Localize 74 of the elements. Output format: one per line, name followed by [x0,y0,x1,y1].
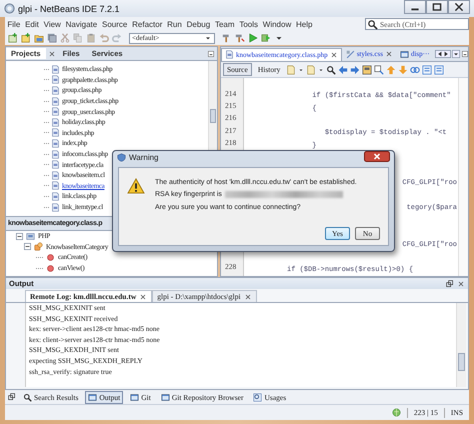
php-file-icon [51,96,60,106]
menu-item[interactable]: Navigate [63,20,100,28]
php-file-icon [51,181,60,190]
close-icon[interactable] [448,0,470,14]
restore-icon[interactable] [8,393,16,401]
php-file-icon [51,160,60,170]
expander-icon[interactable] [16,232,23,240]
php-file-icon [51,75,60,84]
close-icon[interactable] [457,280,465,288]
menu-item[interactable]: Window [260,20,294,28]
close-icon[interactable] [330,50,338,58]
menu-item[interactable]: Debug [184,20,213,28]
php-file-icon [51,192,60,201]
debug-icon[interactable] [261,33,271,43]
php-file-icon [51,64,60,74]
search-icon[interactable] [326,64,336,74]
left-arrow-icon[interactable] [338,64,348,74]
close-icon[interactable] [384,50,393,58]
scrollbar-thumb[interactable] [458,353,465,371]
search-icon [23,392,32,402]
comment-icon[interactable] [422,64,432,74]
close-icon[interactable] [244,292,252,300]
menu-item[interactable]: View [41,20,64,28]
dialog-title: Warning [129,153,158,162]
expander-icon[interactable] [24,243,31,250]
menu-item[interactable]: Source [100,20,130,28]
menu-item[interactable]: Help [294,20,315,28]
php-file-icon [51,86,60,95]
close-button[interactable] [364,151,390,162]
usages-icon [253,392,262,402]
search-icon [367,18,378,30]
link-icon[interactable] [410,64,420,74]
class-icon [34,242,43,252]
folder-icon [26,232,35,241]
menu-item[interactable]: File [5,20,23,28]
window-title: glpi - NetBeans IDE 7.2.1 [18,4,120,14]
menu-item[interactable]: Tools [236,20,260,28]
warning-icon [127,178,145,194]
right-arrow-icon[interactable] [350,64,360,74]
comment-icon[interactable] [434,64,444,74]
app-icon [4,3,15,14]
menu-item[interactable]: Refactor [130,20,165,28]
menu-item[interactable]: Run [164,20,184,28]
save-all-icon[interactable] [47,33,57,43]
window-icon [130,392,140,402]
paste-icon[interactable] [86,33,96,43]
frame-icon[interactable] [362,64,372,74]
close-icon[interactable] [139,292,148,300]
maximize-icon[interactable] [426,0,448,14]
scrollbar-thumb[interactable] [210,109,216,123]
php-file-icon [51,138,60,148]
window-icon [160,392,170,402]
new-file-icon[interactable] [21,33,31,43]
open-folder-icon[interactable] [34,33,44,43]
clean-build-icon[interactable] [235,33,245,43]
window-icon [88,392,98,402]
php-file-icon [51,118,60,127]
restore-icon[interactable] [446,280,454,288]
php-file-icon [51,150,60,159]
close-icon[interactable] [48,50,56,58]
menu-item[interactable]: Edit [22,20,42,28]
scrollbar[interactable] [456,303,466,387]
tab-scroll-icon[interactable] [434,50,451,58]
caret-icon[interactable] [452,50,460,58]
globe-icon [392,408,401,417]
php-file-icon [51,170,60,180]
minimize-icon[interactable] [404,0,426,14]
php-file-icon [51,128,60,138]
php-file-icon [51,107,60,116]
menu-item[interactable]: Team [212,20,237,28]
php-file-icon [51,202,60,212]
new-project-icon[interactable] [8,33,18,43]
run-icon[interactable] [248,33,258,43]
shield-icon [117,153,126,162]
